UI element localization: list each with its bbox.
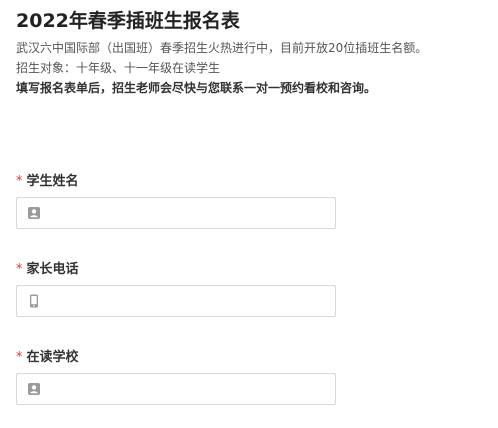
required-mark: *	[16, 174, 23, 189]
current-school-label-text: 在读学校	[26, 350, 79, 365]
parent-phone-input-box[interactable]	[16, 285, 336, 317]
student-name-label-text: 学生姓名	[26, 174, 79, 189]
required-mark: *	[16, 350, 23, 365]
current-school-input-box[interactable]	[16, 373, 336, 405]
current-school-label: * 在读学校	[16, 349, 336, 367]
form-description-line-2: 招生对象：十年级、十一年级在读学生	[16, 61, 221, 75]
student-name-input[interactable]	[49, 198, 329, 228]
person-card-icon	[28, 207, 40, 219]
parent-phone-label-text: 家长电话	[26, 262, 79, 277]
person-card-icon	[28, 383, 40, 395]
form-description-line-3: 填写报名表单后，招生老师会尽快与您联系一对一预约看校和咨询。	[16, 81, 377, 95]
current-school-input[interactable]	[49, 374, 329, 404]
parent-phone-field: * 家长电话	[16, 261, 336, 317]
parent-phone-label: * 家长电话	[16, 261, 336, 279]
student-name-input-box[interactable]	[16, 197, 336, 229]
student-name-field: * 学生姓名	[16, 173, 336, 229]
phone-icon	[30, 294, 38, 308]
parent-phone-input[interactable]	[49, 286, 329, 316]
form-description-line-1: 武汉六中国际部（出国班）春季招生火热进行中，目前开放20位插班生名额。	[16, 41, 428, 55]
student-name-label: * 学生姓名	[16, 173, 336, 191]
form-header: 2022年春季插班生报名表 武汉六中国际部（出国班）春季招生火热进行中，目前开放…	[16, 8, 496, 98]
form-title: 2022年春季插班生报名表	[16, 10, 240, 32]
current-school-field: * 在读学校	[16, 349, 336, 405]
required-mark: *	[16, 262, 23, 277]
